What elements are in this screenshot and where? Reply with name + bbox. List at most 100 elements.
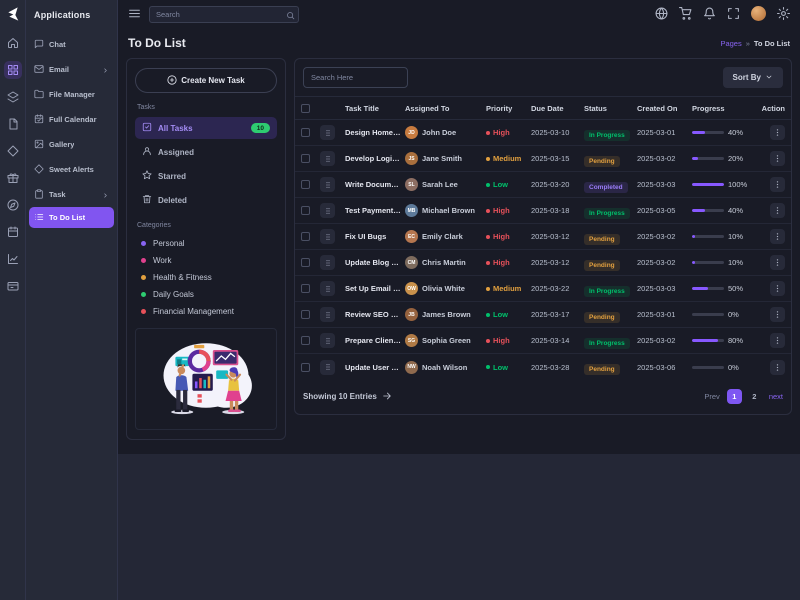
icon-rail [0, 0, 26, 600]
breadcrumb-pages[interactable]: Pages [720, 39, 741, 48]
rail-file-icon[interactable] [4, 115, 22, 133]
category-personal[interactable]: Personal [135, 235, 277, 252]
user-avatar[interactable] [751, 6, 766, 21]
assignee-avatar: CM [405, 256, 418, 269]
sidebar-item-full-calendar[interactable]: Full Calendar [29, 107, 114, 132]
rail-calendar-icon[interactable] [4, 223, 22, 241]
sidebar-item-file-manager[interactable]: File Manager [29, 82, 114, 107]
task-title: Develop Login Page [345, 154, 402, 163]
task-nav-starred[interactable]: Starred [135, 165, 277, 187]
category-financial-management[interactable]: Financial Management [135, 303, 277, 320]
drag-handle-icon[interactable] [320, 255, 335, 270]
assignee-avatar: SG [405, 334, 418, 347]
rail-card-icon[interactable] [4, 277, 22, 295]
clipboard-icon [34, 186, 44, 204]
list-icon [34, 209, 44, 227]
pagination-prev[interactable]: Prev [704, 392, 719, 401]
priority-cell: High [486, 128, 528, 137]
cart-icon[interactable] [679, 7, 692, 20]
row-checkbox[interactable] [301, 128, 310, 137]
progress-track [692, 313, 724, 316]
row-action-menu-icon[interactable] [770, 360, 785, 375]
row-action-menu-icon[interactable] [770, 333, 785, 348]
sidebar-item-to-do-list[interactable]: To Do List [29, 207, 114, 228]
hamburger-icon[interactable] [128, 7, 141, 20]
progress-track [692, 131, 724, 134]
topbar-search-input[interactable] [149, 6, 299, 23]
task-nav-assigned[interactable]: Assigned [135, 141, 277, 163]
rail-compass-icon[interactable] [4, 196, 22, 214]
row-checkbox[interactable] [301, 363, 310, 372]
rail-layers-icon[interactable] [4, 88, 22, 106]
drag-handle-icon[interactable] [320, 229, 335, 244]
task-title: Set Up Email Campaign [345, 284, 402, 293]
drag-handle-icon[interactable] [320, 151, 335, 166]
row-checkbox[interactable] [301, 232, 310, 241]
category-health-fitness[interactable]: Health & Fitness [135, 269, 277, 286]
rail-diamond-icon[interactable] [4, 142, 22, 160]
drag-handle-icon[interactable] [320, 333, 335, 348]
progress-track [692, 261, 724, 264]
rail-chart-icon[interactable] [4, 250, 22, 268]
table-row: Develop Login Page JS Jane Smith Medium … [295, 146, 791, 172]
rail-gift-icon[interactable] [4, 169, 22, 187]
sidebar-item-sweet-alerts[interactable]: Sweet Alerts [29, 157, 114, 182]
drag-handle-icon[interactable] [320, 281, 335, 296]
create-new-task-button[interactable]: Create New Task [135, 68, 277, 93]
pagination-next[interactable]: next [769, 392, 783, 401]
task-nav-all-tasks[interactable]: All Tasks 10 [135, 117, 277, 139]
sort-by-button[interactable]: Sort By [723, 67, 783, 88]
row-checkbox[interactable] [301, 310, 310, 319]
expand-icon[interactable] [727, 7, 740, 20]
sidebar-item-chat[interactable]: Chat [29, 32, 114, 57]
sidebar-item-email[interactable]: Email [29, 57, 114, 82]
topbar-icons [655, 6, 790, 21]
category-work[interactable]: Work [135, 252, 277, 269]
image-icon [34, 136, 44, 154]
bell-icon[interactable] [703, 7, 716, 20]
progress-cell: 0% [692, 310, 752, 319]
progress-track [692, 339, 724, 342]
pagination-page-1[interactable]: 1 [727, 389, 742, 404]
row-checkbox[interactable] [301, 336, 310, 345]
app-logo[interactable] [5, 6, 21, 22]
sidebar-item-gallery[interactable]: Gallery [29, 132, 114, 157]
row-action-menu-icon[interactable] [770, 177, 785, 192]
row-action-menu-icon[interactable] [770, 307, 785, 322]
pagination-page-2[interactable]: 2 [747, 389, 762, 404]
row-checkbox[interactable] [301, 258, 310, 267]
table-search-input[interactable] [303, 67, 408, 88]
drag-handle-icon[interactable] [320, 203, 335, 218]
table-footer: Showing 10 Entries Prev 12 next [295, 380, 791, 414]
row-action-menu-icon[interactable] [770, 229, 785, 244]
row-action-menu-icon[interactable] [770, 203, 785, 218]
rail-grid-icon[interactable] [4, 61, 22, 79]
title-row: To Do List Pages » To Do List [126, 34, 792, 58]
select-all-checkbox[interactable] [301, 104, 310, 113]
progress-fill [692, 339, 718, 342]
progress-fill [692, 183, 724, 186]
row-checkbox[interactable] [301, 284, 310, 293]
row-action-menu-icon[interactable] [770, 281, 785, 296]
row-action-menu-icon[interactable] [770, 125, 785, 140]
row-action-menu-icon[interactable] [770, 255, 785, 270]
chat-icon [34, 36, 44, 54]
row-checkbox[interactable] [301, 154, 310, 163]
category-dot [141, 258, 146, 263]
priority-dot [486, 313, 490, 317]
sidebar-item-task[interactable]: Task [29, 182, 114, 207]
settings-icon[interactable] [777, 7, 790, 20]
drag-handle-icon[interactable] [320, 307, 335, 322]
category-daily-goals[interactable]: Daily Goals [135, 286, 277, 303]
row-checkbox[interactable] [301, 180, 310, 189]
task-nav-deleted[interactable]: Deleted [135, 189, 277, 211]
drag-handle-icon[interactable] [320, 125, 335, 140]
globe-icon[interactable] [655, 7, 668, 20]
drag-handle-icon[interactable] [320, 360, 335, 375]
row-action-menu-icon[interactable] [770, 151, 785, 166]
rail-home-icon[interactable] [4, 34, 22, 52]
table-row: Set Up Email Campaign OW Olivia White Me… [295, 276, 791, 302]
priority-dot [486, 235, 490, 239]
row-checkbox[interactable] [301, 206, 310, 215]
drag-handle-icon[interactable] [320, 177, 335, 192]
